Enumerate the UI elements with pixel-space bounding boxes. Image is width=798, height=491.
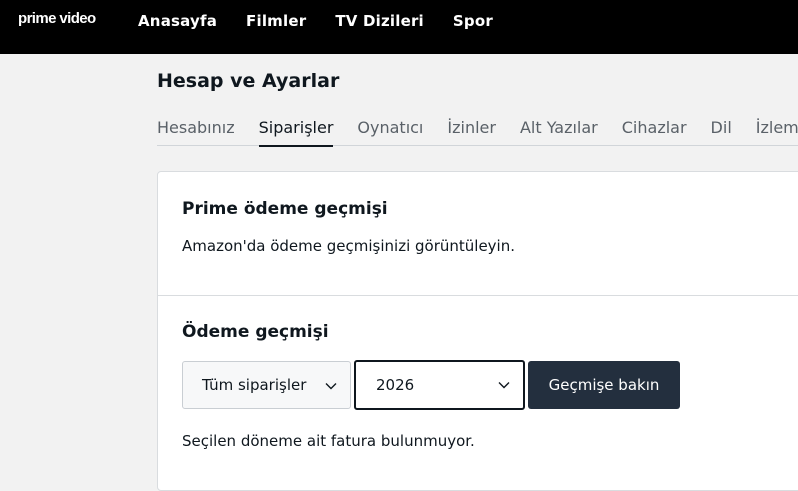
year-select-value: 2026 xyxy=(376,376,415,394)
billing-description: Amazon'da ödeme geçmişinizi görüntüleyin… xyxy=(182,237,515,255)
billing-section: Prime ödeme geçmişi Amazon'da ödeme geçm… xyxy=(158,172,798,296)
main-nav: Anasayfa Filmler TV Dizileri Spor xyxy=(138,12,522,30)
billing-card: Prime ödeme geçmişi Amazon'da ödeme geçm… xyxy=(157,171,798,491)
tab-subtitles[interactable]: Alt Yazılar xyxy=(520,112,598,146)
chevron-down-icon xyxy=(498,382,510,389)
top-navigation-bar: prime video Anasayfa Filmler TV Dizileri… xyxy=(0,0,798,54)
tab-account[interactable]: Hesabınız xyxy=(157,112,235,146)
tab-orders[interactable]: Siparişler xyxy=(258,112,333,147)
tab-permissions[interactable]: İzinler xyxy=(447,112,496,146)
orders-filter-value: Tüm siparişler xyxy=(202,376,307,394)
nav-item-sports[interactable]: Spor xyxy=(453,12,493,30)
page-title: Hesap ve Ayarlar xyxy=(157,70,340,92)
settings-tabs: Hesabınız Siparişler Oynatıcı İzinler Al… xyxy=(157,112,798,147)
view-history-button[interactable]: Geçmişe bakın xyxy=(528,361,680,409)
tab-watch[interactable]: İzleme xyxy=(756,112,798,146)
nav-item-home[interactable]: Anasayfa xyxy=(138,12,217,30)
nav-item-movies[interactable]: Filmler xyxy=(246,12,306,30)
empty-invoice-message: Seçilen döneme ait fatura bulunmuyor. xyxy=(182,432,475,450)
year-select[interactable]: 2026 xyxy=(354,360,525,410)
tab-devices[interactable]: Cihazlar xyxy=(622,112,687,146)
orders-filter-select[interactable]: Tüm siparişler xyxy=(182,361,351,409)
payment-history-title: Ödeme geçmişi xyxy=(182,322,329,342)
prime-video-logo[interactable]: prime video xyxy=(18,10,96,27)
chevron-down-icon xyxy=(325,383,337,390)
tab-language[interactable]: Dil xyxy=(711,112,732,146)
nav-item-tv-shows[interactable]: TV Dizileri xyxy=(335,12,424,30)
billing-title: Prime ödeme geçmişi xyxy=(182,199,388,219)
tab-player[interactable]: Oynatıcı xyxy=(357,112,423,146)
